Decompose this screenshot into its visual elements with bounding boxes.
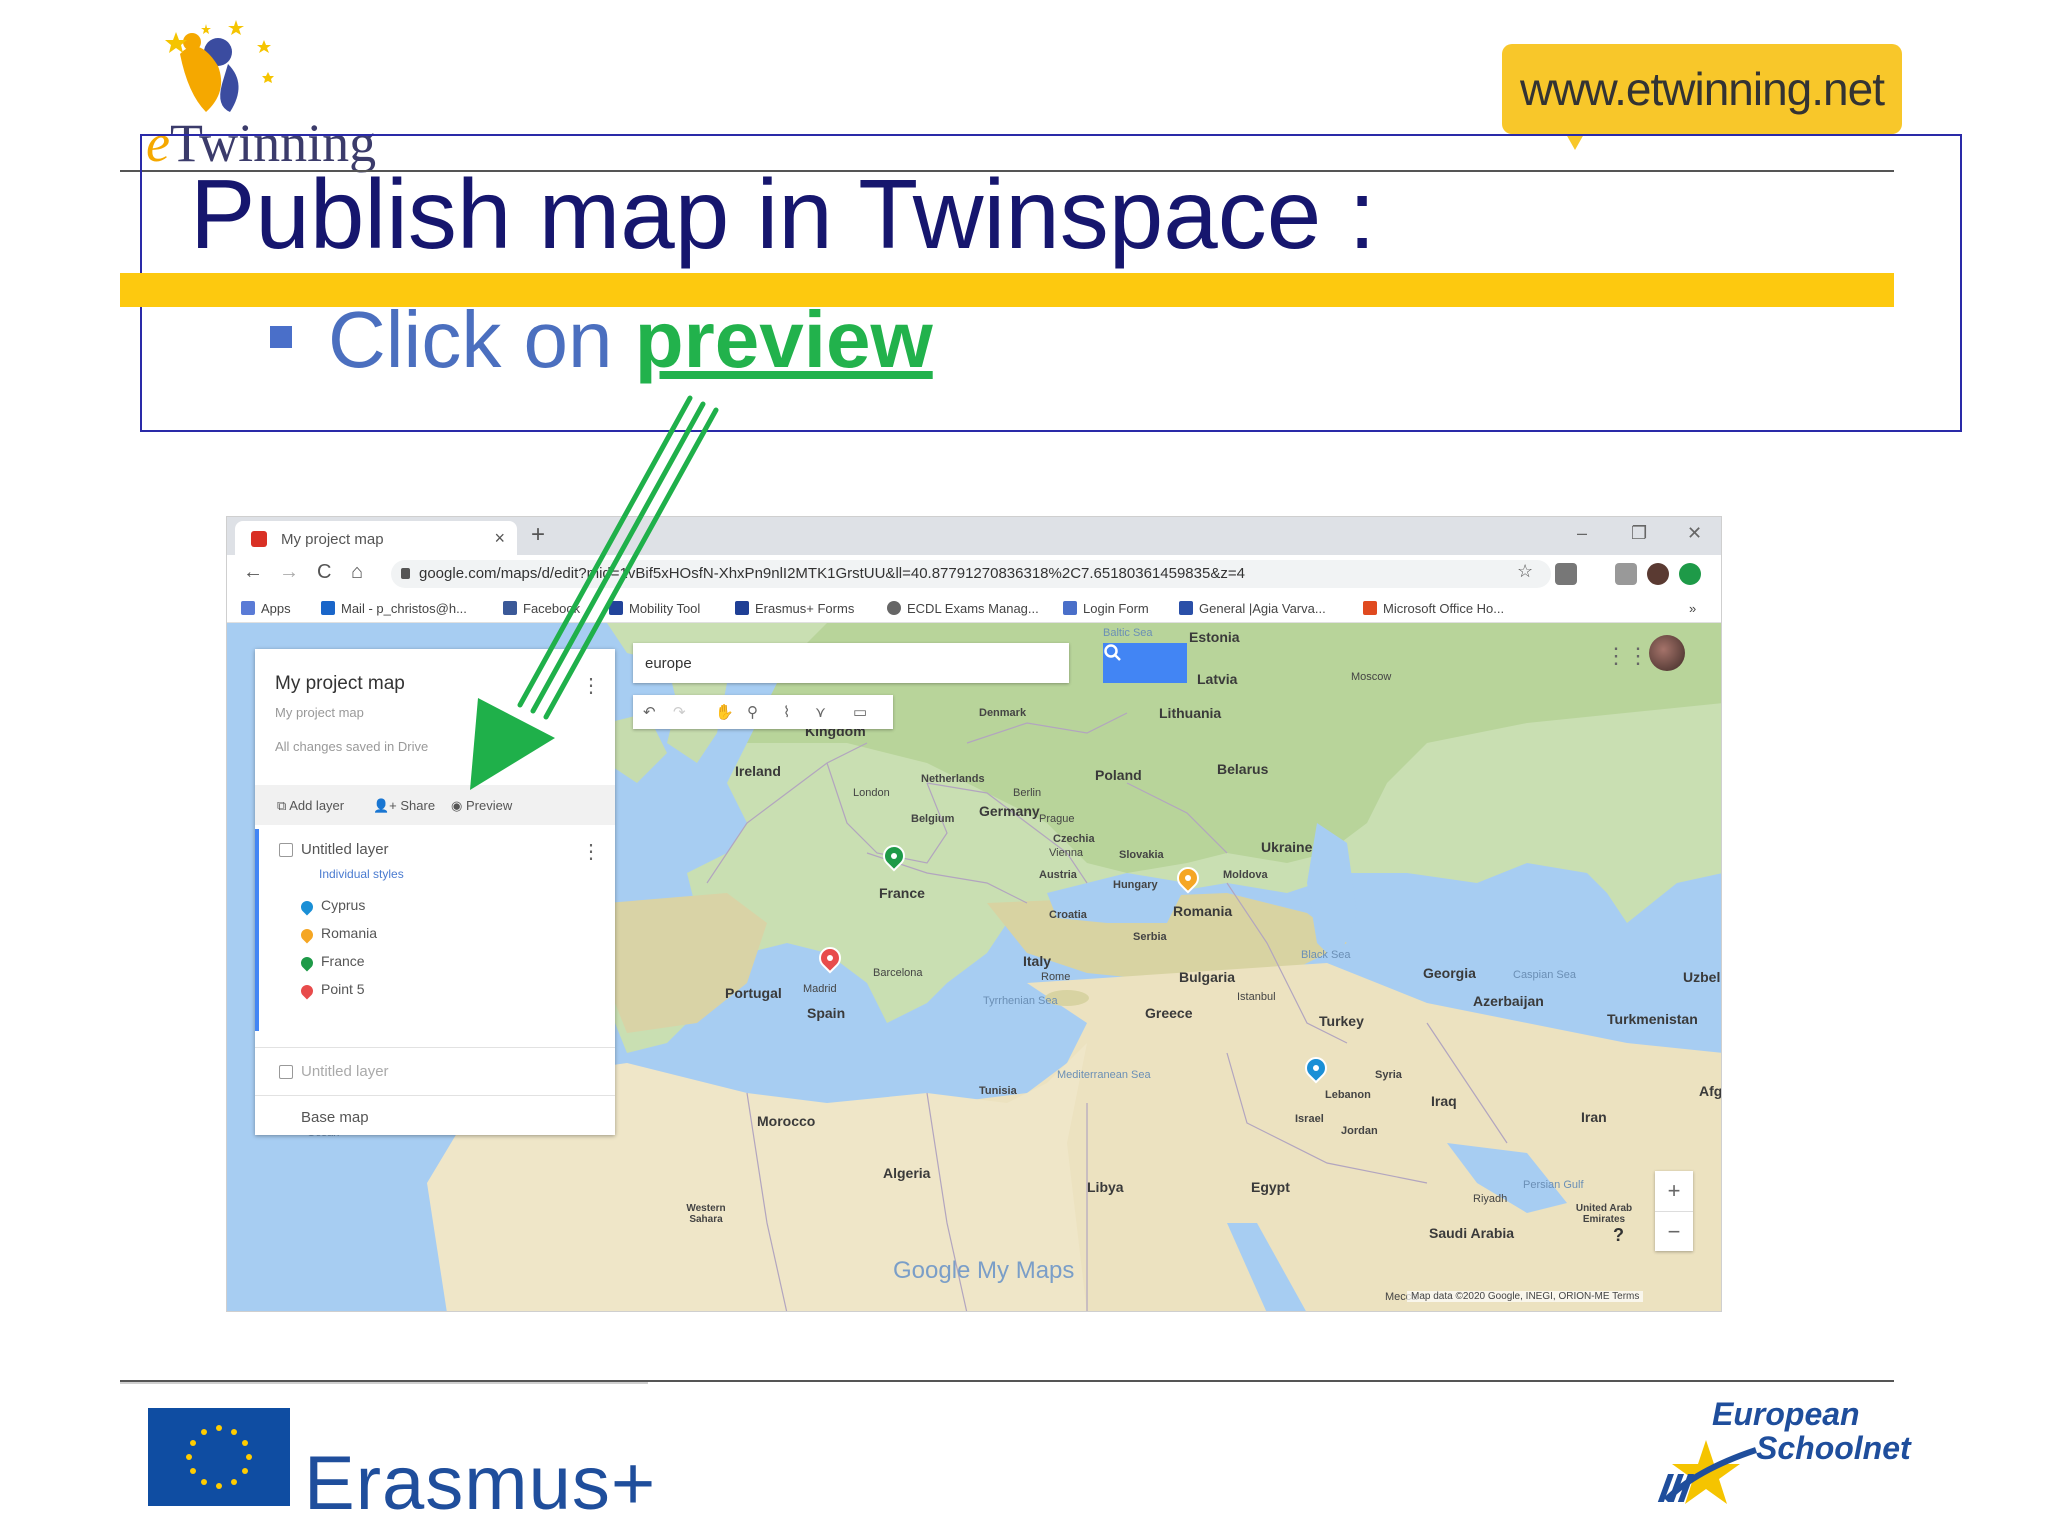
eu-flag-icon	[148, 1408, 290, 1506]
slide: eTwinning www.etwinning.net Publish map …	[0, 0, 2048, 1536]
green-arrow-icon	[470, 395, 719, 790]
schoolnet-line2: Schoolnet	[1756, 1430, 1911, 1466]
schoolnet-star-icon	[1657, 1440, 1757, 1504]
schoolnet-line1: European	[1712, 1396, 1860, 1432]
bottom-rule-light	[120, 1382, 648, 1384]
european-schoolnet-logo: European Schoolnet	[1656, 1390, 1911, 1510]
erasmus-logo-text: Erasmus+	[304, 1441, 657, 1526]
